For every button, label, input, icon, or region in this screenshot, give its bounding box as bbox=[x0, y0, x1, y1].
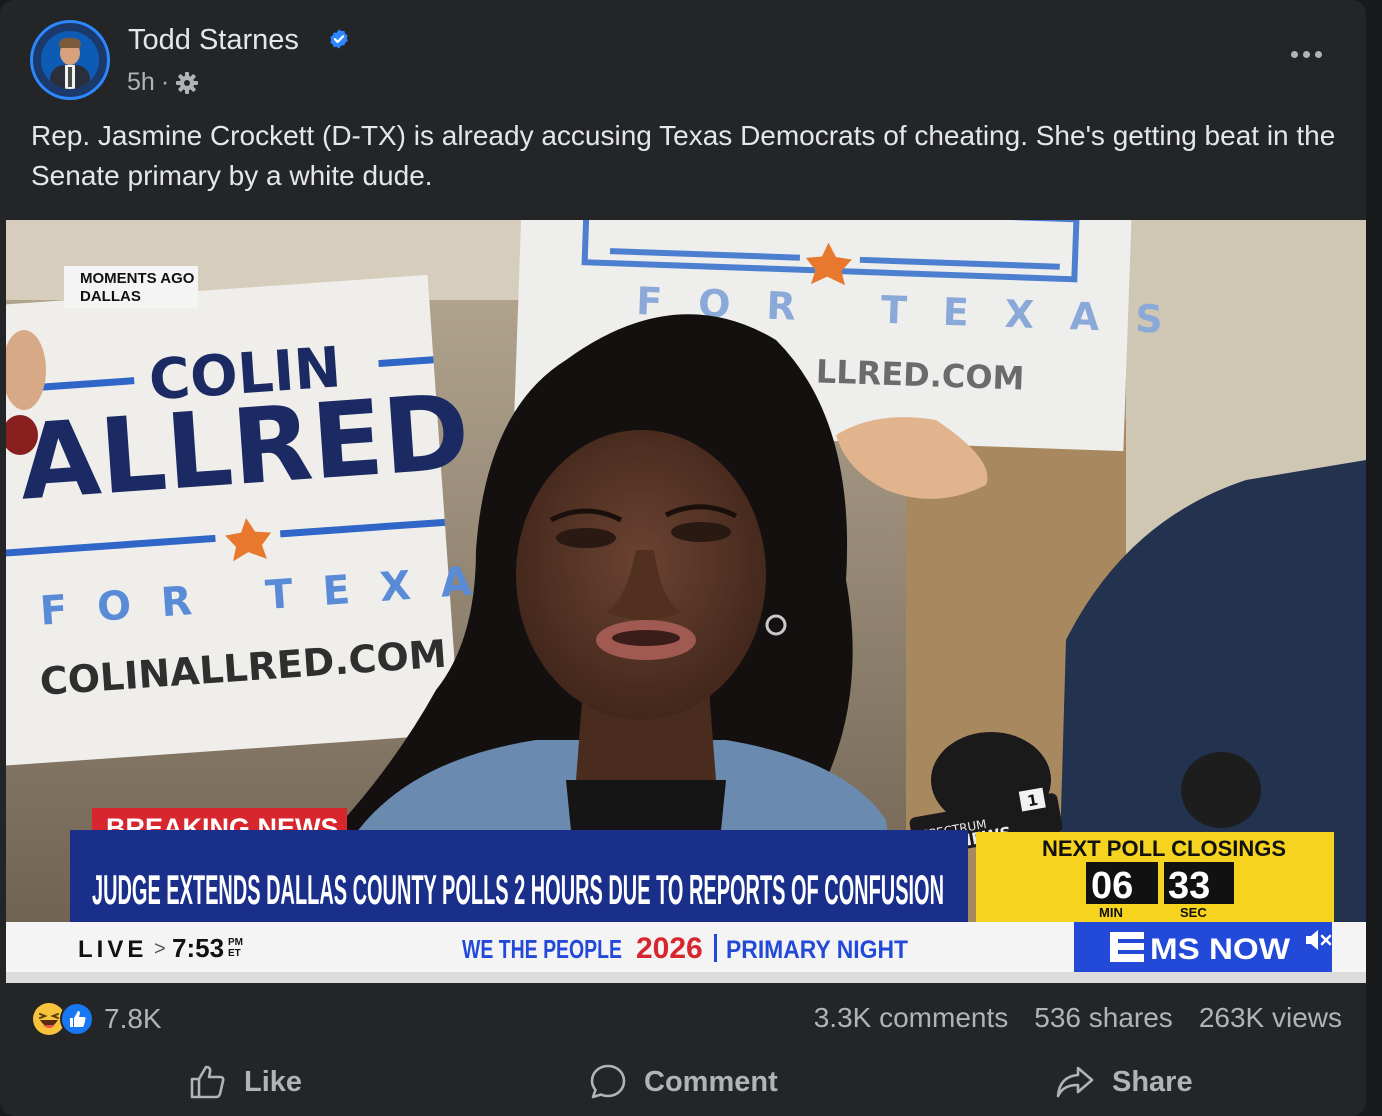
verified-badge-icon bbox=[330, 29, 348, 49]
action-bar: Like Comment Share bbox=[0, 1052, 1366, 1112]
video-player[interactable]: FOR TEXAS LLRED.COM COLIN ALLRED FOR TEX… bbox=[6, 220, 1366, 983]
location-tag-line1: MOMENTS AGO bbox=[80, 270, 195, 287]
share-label: Share bbox=[1112, 1065, 1193, 1098]
program-name: WE THE PEOPLE bbox=[462, 934, 622, 964]
poll-sec-label: SEC bbox=[1180, 905, 1207, 920]
share-button[interactable]: Share bbox=[1054, 1052, 1193, 1112]
program-year: 2026 bbox=[636, 932, 703, 965]
post-card: Todd Starnes 5h · Rep. Jasmine Crockett … bbox=[0, 0, 1366, 1116]
views-count: 263K views bbox=[1198, 1002, 1342, 1033]
comment-icon bbox=[590, 1064, 626, 1099]
like-label: Like bbox=[244, 1065, 303, 1098]
post-caption: Rep. Jasmine Crockett (D-TX) is already … bbox=[31, 120, 1336, 191]
live-timezone: ET bbox=[228, 948, 241, 959]
video-frame: FOR TEXAS LLRED.COM COLIN ALLRED FOR TEX… bbox=[6, 220, 1366, 983]
more-dot bbox=[1290, 50, 1298, 58]
comments-count[interactable]: 3.3K comments bbox=[814, 1002, 1009, 1034]
post-meta: 5h · bbox=[127, 68, 199, 97]
more-options-button[interactable] bbox=[1286, 42, 1326, 66]
poll-min-label: MIN bbox=[1099, 905, 1123, 920]
live-arrow: > bbox=[154, 938, 166, 960]
like-button[interactable]: Like bbox=[188, 1052, 302, 1112]
thumbs-up-icon bbox=[190, 1065, 225, 1099]
poll-minutes: 06 bbox=[1091, 865, 1133, 907]
like-reaction-icon bbox=[60, 1002, 94, 1036]
live-label: LIVE bbox=[78, 936, 147, 963]
share-icon bbox=[1056, 1066, 1094, 1098]
shares-count[interactable]: 536 shares bbox=[1034, 1002, 1173, 1034]
poll-title: NEXT POLL CLOSINGS bbox=[1042, 836, 1286, 861]
comment-label: Comment bbox=[644, 1065, 778, 1098]
gear-icon[interactable] bbox=[175, 71, 199, 95]
headline-text: JUDGE EXTENDS DALLAS COUNTY POLLS 2 HOUR… bbox=[92, 866, 944, 913]
reactions-summary[interactable]: 7.8K bbox=[32, 999, 162, 1039]
speaker-muted-icon[interactable] bbox=[1302, 924, 1334, 956]
author-name[interactable]: Todd Starnes bbox=[128, 24, 299, 57]
avatar-photo bbox=[41, 31, 99, 89]
engagement-stats: 3.3K comments 536 shares 263K views bbox=[814, 1002, 1342, 1034]
network-logo: MS NOW bbox=[1150, 933, 1291, 966]
live-time: 7:53 bbox=[172, 933, 224, 963]
author-avatar[interactable] bbox=[30, 20, 110, 100]
program-subtitle: PRIMARY NIGHT bbox=[726, 936, 908, 964]
poll-seconds: 33 bbox=[1168, 865, 1210, 907]
reaction-count: 7.8K bbox=[104, 1003, 162, 1034]
sign-right-url: LLRED.COM bbox=[815, 352, 1025, 397]
comment-button[interactable]: Comment bbox=[588, 1052, 778, 1112]
live-ampm: PM bbox=[228, 937, 243, 948]
meta-separator: · bbox=[160, 68, 170, 96]
post-time[interactable]: 5h bbox=[127, 68, 155, 97]
more-dot bbox=[1302, 50, 1310, 58]
more-dot bbox=[1314, 50, 1322, 58]
location-tag-line2: DALLAS bbox=[80, 288, 141, 305]
